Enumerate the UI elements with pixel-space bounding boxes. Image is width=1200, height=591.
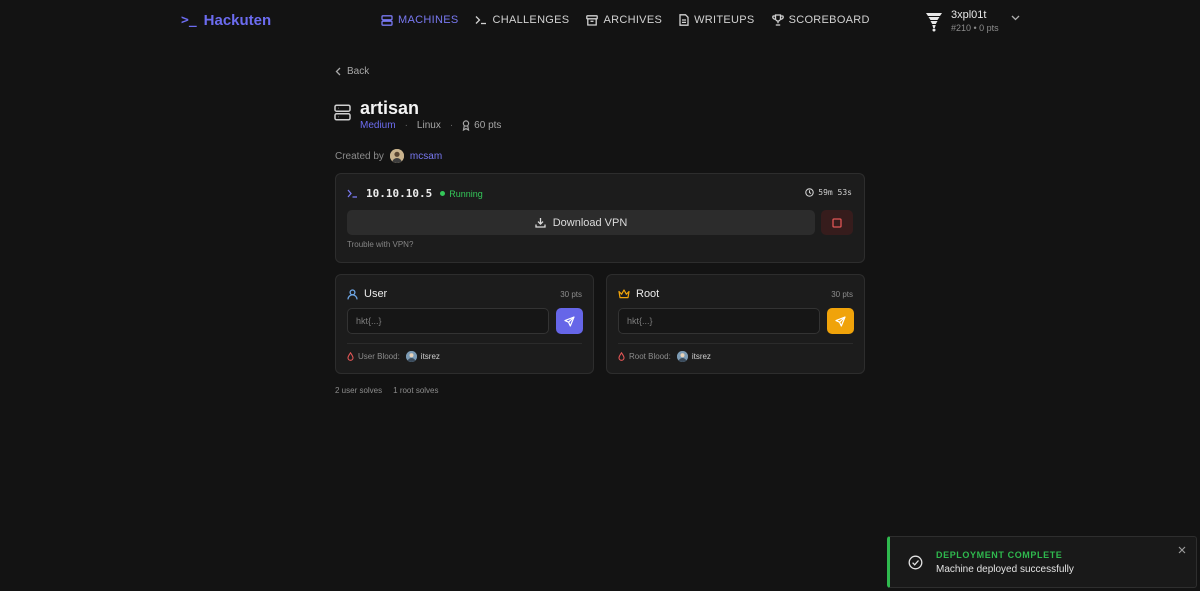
user-blood-row: User Blood: itsrez bbox=[347, 351, 440, 362]
timer-value: 59m 53s bbox=[818, 188, 852, 197]
creator-link[interactable]: mcsam bbox=[410, 151, 442, 162]
root-flag-header: Root bbox=[618, 288, 659, 300]
nav-machines-label: MACHINES bbox=[398, 14, 459, 26]
download-vpn-label: Download VPN bbox=[552, 216, 628, 229]
user-flag-input[interactable] bbox=[347, 308, 549, 334]
send-icon bbox=[835, 315, 846, 327]
toast-title: DEPLOYMENT COMPLETE bbox=[936, 550, 1063, 560]
blood-drop-icon bbox=[618, 352, 625, 361]
user-flag-title: User bbox=[364, 288, 388, 300]
chevron-left-icon bbox=[335, 67, 341, 76]
crown-icon bbox=[618, 289, 630, 299]
toast-notification: DEPLOYMENT COMPLETE Machine deployed suc… bbox=[887, 536, 1197, 588]
user-blood-user[interactable]: itsrez bbox=[421, 352, 440, 361]
avatar bbox=[405, 351, 417, 362]
root-blood-label: Root Blood: bbox=[629, 352, 671, 361]
user-blood-label: User Blood: bbox=[358, 352, 400, 361]
blood-drop-icon bbox=[347, 352, 354, 361]
difficulty-badge: Medium bbox=[360, 120, 396, 131]
user-menu[interactable]: 3xpl01t #210 • 0 pts bbox=[925, 9, 1020, 34]
nav-challenges[interactable]: CHALLENGES bbox=[475, 14, 569, 26]
creator-row: Created by mcsam bbox=[335, 149, 442, 163]
check-circle-icon bbox=[908, 555, 923, 570]
server-icon bbox=[381, 14, 393, 26]
instance-ip: 10.10.10.5 bbox=[366, 187, 433, 200]
document-icon bbox=[679, 14, 689, 26]
clock-icon bbox=[805, 188, 815, 197]
nav-scoreboard-label: SCOREBOARD bbox=[788, 14, 870, 26]
vpn-trouble-link[interactable]: Trouble with VPN? bbox=[347, 240, 413, 249]
root-blood-user[interactable]: itsrez bbox=[692, 352, 711, 361]
nav-machines[interactable]: MACHINES bbox=[381, 14, 458, 26]
user-solves: 2 user solves bbox=[335, 386, 383, 395]
nav-writeups-label: WRITEUPS bbox=[694, 14, 755, 26]
avatar bbox=[389, 149, 404, 163]
machine-points-label: 60 pts bbox=[474, 120, 502, 131]
nav-scoreboard[interactable]: SCOREBOARD bbox=[771, 14, 870, 26]
meta-separator: · bbox=[404, 120, 408, 131]
top-navbar: >_ Hackuten MACHINES CHALLENGES ARCHIVES bbox=[0, 0, 1200, 44]
root-flag-title: Root bbox=[636, 288, 660, 300]
archive-icon bbox=[586, 14, 599, 26]
username: 3xpl01t bbox=[951, 9, 987, 21]
root-flag-card: Root 30 pts Root Blood: itsrez bbox=[606, 274, 865, 374]
send-icon bbox=[564, 315, 575, 327]
user-flag-header: User bbox=[347, 288, 387, 300]
machine-os: Linux bbox=[416, 120, 441, 131]
close-icon[interactable] bbox=[1178, 546, 1186, 554]
toast-message: Machine deployed successfully bbox=[936, 564, 1074, 575]
machine-points: 60 pts bbox=[462, 120, 501, 131]
user-info: 3xpl01t #210 • 0 pts bbox=[951, 9, 999, 34]
download-icon bbox=[535, 217, 546, 228]
user-flag-points: 30 pts bbox=[560, 290, 582, 299]
tornado-icon bbox=[925, 12, 943, 32]
terminal-icon bbox=[475, 15, 487, 25]
download-vpn-button[interactable]: Download VPN bbox=[347, 210, 815, 235]
machine-title: artisan bbox=[360, 98, 420, 118]
nav-archives-label: ARCHIVES bbox=[603, 14, 663, 26]
brand-logo[interactable]: >_ Hackuten bbox=[181, 12, 271, 29]
user-flag-submit-button[interactable] bbox=[556, 308, 583, 334]
stop-icon bbox=[832, 217, 842, 228]
instance-timer: 59m 53s bbox=[805, 188, 852, 197]
divider bbox=[618, 343, 853, 344]
trophy-icon bbox=[771, 14, 784, 26]
brand-name: Hackuten bbox=[203, 12, 272, 29]
root-flag-points: 30 pts bbox=[831, 290, 853, 299]
nav-challenges-label: CHALLENGES bbox=[492, 14, 570, 26]
back-link[interactable]: Back bbox=[335, 66, 369, 77]
divider bbox=[347, 343, 582, 344]
user-rank: #210 • 0 pts bbox=[951, 23, 999, 33]
brand-prompt: >_ bbox=[181, 13, 197, 28]
meta-separator: · bbox=[449, 120, 454, 131]
back-label: Back bbox=[347, 66, 370, 77]
machine-meta: Medium · Linux · 60 pts bbox=[360, 120, 501, 131]
chevron-down-icon[interactable] bbox=[1011, 15, 1020, 21]
created-by-label: Created by bbox=[335, 150, 384, 162]
medal-icon bbox=[462, 120, 470, 131]
user-flag-card: User 30 pts User Blood: itsrez bbox=[335, 274, 594, 374]
server-icon bbox=[334, 104, 351, 121]
solve-stats: 2 user solves 1 root solves bbox=[335, 386, 439, 395]
terminal-icon bbox=[347, 189, 358, 198]
root-solves: 1 root solves bbox=[393, 386, 439, 395]
root-flag-submit-button[interactable] bbox=[827, 308, 854, 334]
stop-instance-button[interactable] bbox=[821, 210, 853, 235]
instance-card: 10.10.10.5 Running 59m 53s Download VPN … bbox=[335, 173, 865, 263]
status-badge: Running bbox=[440, 189, 483, 199]
instance-ip-row: 10.10.10.5 Running bbox=[347, 187, 483, 200]
status-label: Running bbox=[449, 188, 483, 199]
root-blood-row: Root Blood: itsrez bbox=[618, 351, 711, 362]
nav-archives[interactable]: ARCHIVES bbox=[586, 14, 662, 26]
root-flag-input[interactable] bbox=[618, 308, 820, 334]
main-nav: MACHINES CHALLENGES ARCHIVES WRITEUPS SC… bbox=[381, 14, 870, 26]
avatar bbox=[676, 351, 688, 362]
nav-writeups[interactable]: WRITEUPS bbox=[679, 14, 754, 26]
status-dot bbox=[440, 191, 446, 196]
user-icon bbox=[347, 288, 358, 300]
